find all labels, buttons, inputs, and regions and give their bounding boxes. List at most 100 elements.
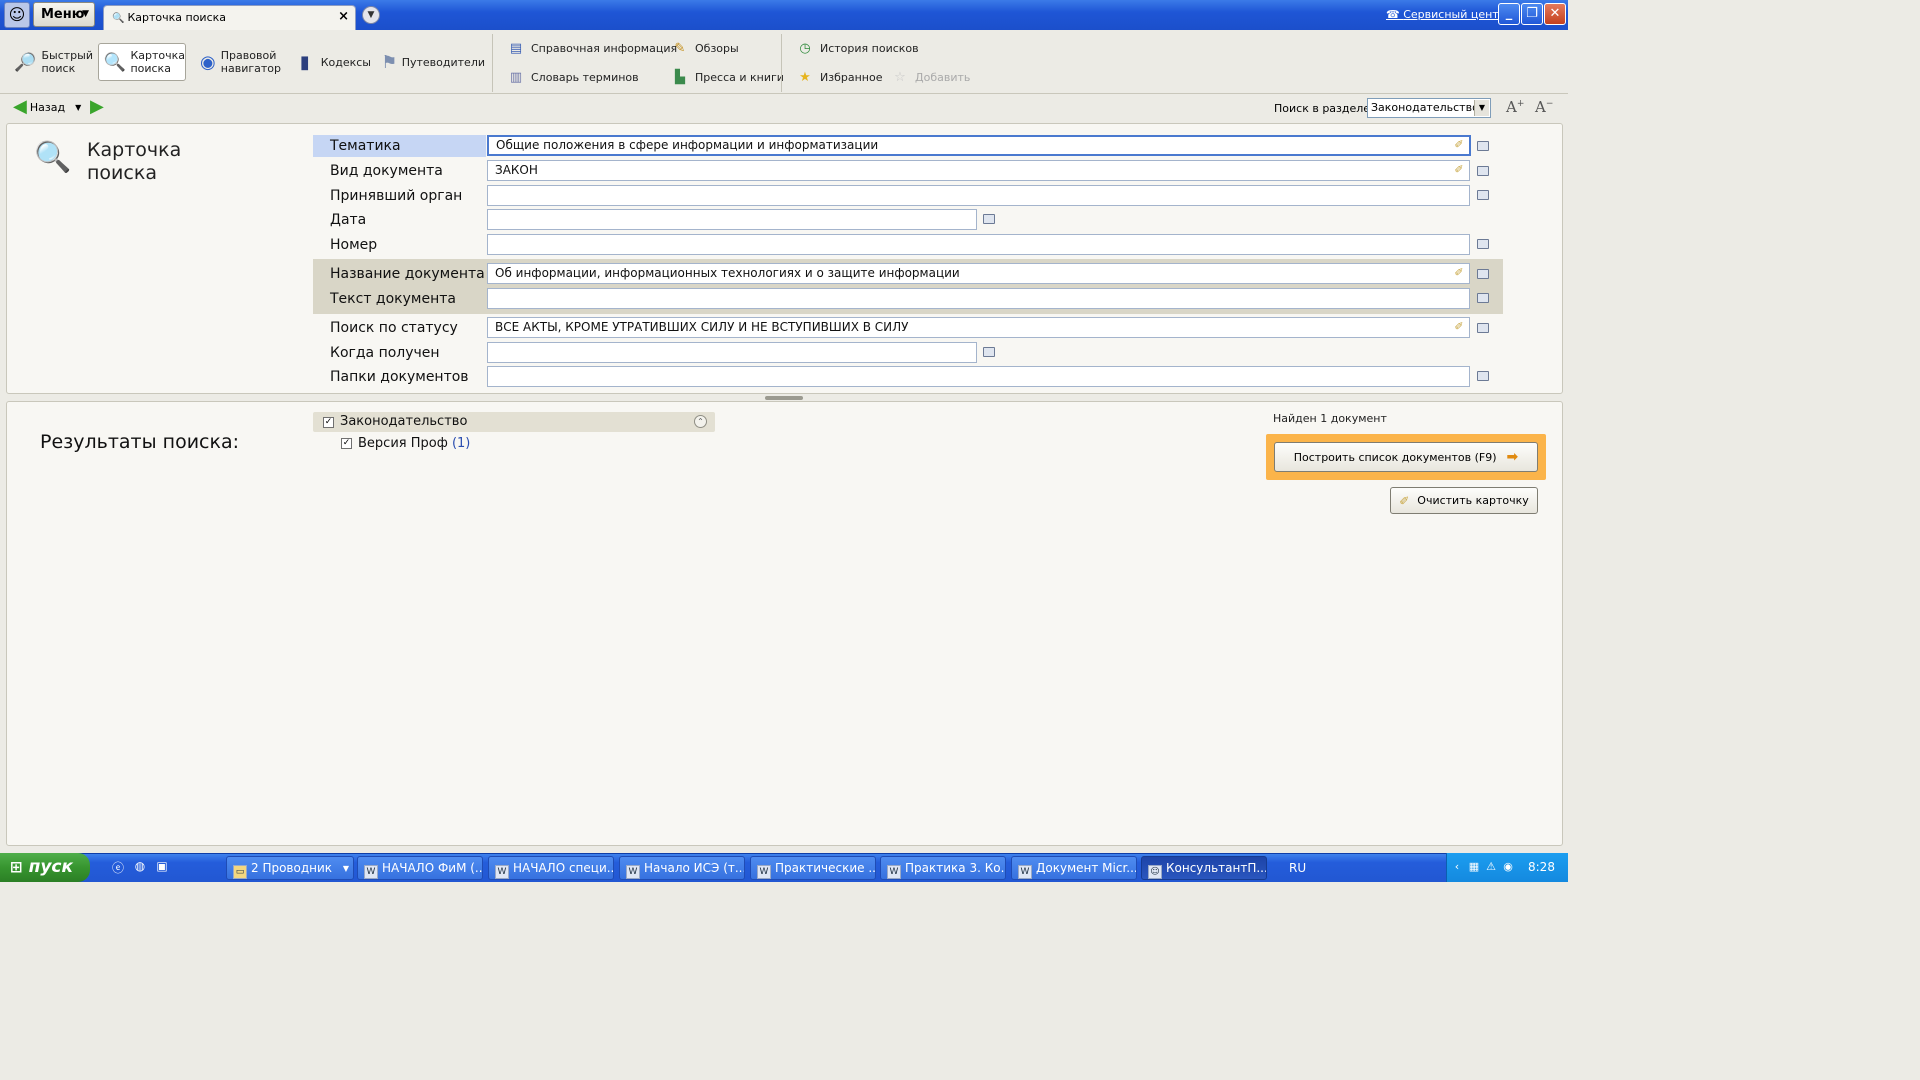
doc-name-input[interactable]: Об информации, информационных технология… <box>487 263 1470 284</box>
minimize-button[interactable]: _ <box>1498 3 1520 25</box>
dictionary-picker-icon[interactable] <box>1477 141 1489 151</box>
panel-splitter[interactable] <box>765 396 803 400</box>
taskbar-item-doc[interactable]: W НАЧАЛО специ... <box>488 856 614 880</box>
subgroup-checkbox[interactable]: ✓ <box>341 438 352 449</box>
folders-input[interactable] <box>487 366 1470 387</box>
codes-label: Кодексы <box>320 55 371 69</box>
chevron-down-icon: ▼ <box>82 9 89 19</box>
back-dropdown-icon[interactable]: ▼ <box>75 103 81 112</box>
clear-field-icon[interactable]: ✐ <box>1451 319 1467 335</box>
dictionary-picker-icon[interactable] <box>1477 293 1489 303</box>
browser-icon[interactable]: ◍ <box>132 859 148 875</box>
subgroup-item[interactable]: Версия Проф (1) <box>358 436 470 451</box>
press-books-button[interactable]: ▙ Пресса и книги <box>671 66 784 88</box>
taskbar-item-doc[interactable]: W Документ Micr... <box>1011 856 1137 880</box>
status-input[interactable]: ВСЕ АКТЫ, КРОМЕ УТРАТИВШИХ СИЛУ И НЕ ВСТ… <box>487 317 1470 338</box>
dictionary-picker-icon[interactable] <box>1477 371 1489 381</box>
legal-navigator-button[interactable]: ◉ Правовой навигатор <box>194 43 282 81</box>
save-icon[interactable]: ▣ <box>154 859 170 875</box>
clear-field-icon[interactable]: ✐ <box>1451 265 1467 281</box>
service-center-label: Сервисный центр <box>1403 8 1506 21</box>
clear-field-icon[interactable]: ✐ <box>1451 137 1467 153</box>
service-center-link[interactable]: ☎ Сервисный центр <box>1386 8 1506 21</box>
history-clock-icon: ◷ <box>799 40 811 56</box>
add-favorite-button[interactable]: ☆ Добавить <box>891 66 970 88</box>
taskbar-item-doc[interactable]: W Практические ... <box>750 856 876 880</box>
authority-input[interactable] <box>487 185 1470 206</box>
number-input[interactable] <box>487 234 1470 255</box>
dictionary-picker-icon[interactable] <box>1477 166 1489 176</box>
favorites-button[interactable]: ★ Избранное <box>796 66 882 88</box>
doc-type-input[interactable]: ЗАКОН <box>487 160 1470 181</box>
font-increase-icon[interactable]: A+ <box>1506 98 1524 116</box>
maximize-button[interactable]: ❐ <box>1521 3 1543 25</box>
close-window-button[interactable]: ✕ <box>1544 3 1566 25</box>
dictionary-picker-icon[interactable] <box>1477 190 1489 200</box>
taskbar-item-explorer[interactable]: ▭ 2 Проводник ▼ <box>226 856 354 880</box>
subgroup-label: Версия Проф <box>358 436 448 451</box>
search-history-label: История поисков <box>820 41 919 55</box>
chevron-down-icon: ▼ <box>1474 100 1489 116</box>
antivirus-icon[interactable]: ◉ <box>1501 860 1515 874</box>
toolbar-divider <box>781 34 782 92</box>
quick-search-button[interactable]: 🔎 Быстрый поиск <box>8 43 94 81</box>
field-date: Дата <box>313 209 1503 233</box>
close-tab-icon[interactable]: × <box>338 9 349 24</box>
reference-info-label: Справочная информация <box>531 41 678 55</box>
taskbar-item-doc[interactable]: W Начало ИСЭ (т... <box>619 856 745 880</box>
field-doc-text: Текст документа <box>313 288 1503 312</box>
search-card-button[interactable]: 🔍 Карточка поиска <box>98 43 186 81</box>
tray-expand-icon[interactable]: ‹ <box>1450 860 1464 874</box>
calendar-picker-icon[interactable] <box>983 214 995 224</box>
guides-button[interactable]: ⚑ Путеводители <box>376 43 486 81</box>
dictionary-label: Словарь терминов <box>531 70 639 84</box>
build-list-button[interactable]: Построить список документов (F9) ➡ <box>1274 442 1538 472</box>
start-button[interactable]: ⊞ пуск <box>0 853 90 882</box>
warning-icon[interactable]: ⚠ <box>1484 860 1498 874</box>
taskbar-item-label: 2 Проводник <box>251 861 333 875</box>
codes-button[interactable]: ▮ Кодексы <box>288 43 372 81</box>
taskbar-item-label: Документ Micr... <box>1036 861 1137 875</box>
tab-list-button[interactable]: ▼ <box>362 6 380 24</box>
number-label: Номер <box>330 237 378 253</box>
dictionary-picker-icon[interactable] <box>1477 323 1489 333</box>
doc-text-input[interactable] <box>487 288 1470 309</box>
taskbar-item-doc[interactable]: W Практика 3. Ко... <box>880 856 1006 880</box>
section-select[interactable]: Законодательство ▼ <box>1367 98 1491 118</box>
menu-button[interactable]: Меню ▼ <box>33 2 95 27</box>
back-label: Назад <box>29 100 66 114</box>
font-decrease-icon[interactable]: A− <box>1535 98 1553 116</box>
date-input[interactable] <box>487 209 977 230</box>
calendar-picker-icon[interactable] <box>983 347 995 357</box>
clear-field-icon[interactable]: ✐ <box>1451 162 1467 178</box>
reviews-button[interactable]: ✎ Обзоры <box>671 37 739 59</box>
taskbar-item-doc[interactable]: W НАЧАЛО ФиМ (... <box>357 856 483 880</box>
received-input[interactable] <box>487 342 977 363</box>
forward-arrow-icon[interactable]: ▶ <box>90 98 104 116</box>
topic-input[interactable]: Общие положения в сфере информации и инф… <box>487 135 1471 156</box>
back-button[interactable]: ◀ Назад ▼ <box>13 98 81 116</box>
card-title-line2: поиска <box>87 162 157 184</box>
group-checkbox[interactable]: ✓ <box>323 417 334 428</box>
windows-logo-icon: ⊞ <box>10 858 23 876</box>
found-count: Найден 1 документ <box>1273 412 1387 425</box>
language-indicator[interactable]: RU <box>1289 861 1306 875</box>
taskbar-item-consultant[interactable]: ☺ КонсультантП... <box>1141 856 1267 880</box>
reference-info-button[interactable]: ▤ Справочная информация <box>507 37 677 59</box>
doc-name-label: Название документа <box>330 266 485 282</box>
dictionary-picker-icon[interactable] <box>1477 269 1489 279</box>
search-history-button[interactable]: ◷ История поисков <box>796 37 919 59</box>
subgroup-count[interactable]: (1) <box>452 436 470 451</box>
tab-search-card[interactable]: 🔍 Карточка поиска × <box>103 5 356 30</box>
network-icon[interactable]: ▦ <box>1467 860 1481 874</box>
ie-icon[interactable]: ⓔ <box>110 859 126 875</box>
collapse-icon[interactable]: ⌃ <box>694 415 707 428</box>
authority-label: Принявший орган <box>330 188 463 204</box>
press-books-label: Пресса и книги <box>695 70 784 84</box>
app-logo-icon[interactable]: ☺ <box>4 2 30 28</box>
dictionary-button[interactable]: ▥ Словарь терминов <box>507 66 639 88</box>
start-label: пуск <box>28 857 74 877</box>
dictionary-picker-icon[interactable] <box>1477 239 1489 249</box>
eraser-icon: ✐ <box>1399 493 1410 508</box>
clear-card-button[interactable]: ✐ Очистить карточку <box>1390 487 1538 514</box>
